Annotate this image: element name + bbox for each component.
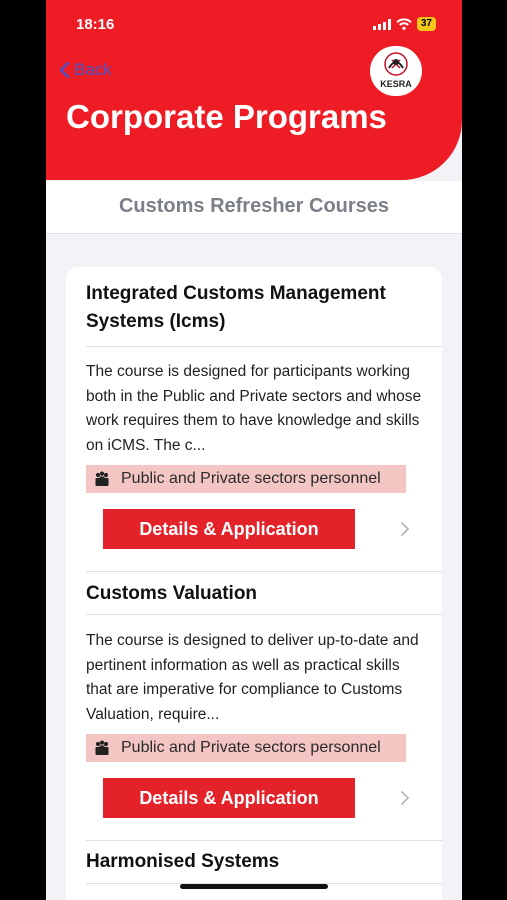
chevron-right-icon[interactable] [400, 521, 410, 537]
status-time: 18:16 [76, 16, 115, 33]
divider [86, 346, 442, 347]
people-icon [95, 471, 109, 486]
chevron-right-icon[interactable] [400, 790, 410, 806]
back-button[interactable]: Back [58, 60, 112, 80]
phone-screen: 18:16 37 Back KESRA Corporate Programs C… [46, 0, 462, 900]
section-title: Customs Refresher Courses [118, 195, 390, 217]
header: 18:16 37 Back KESRA Corporate Programs [46, 0, 462, 180]
details-application-button[interactable]: Details & Application [103, 778, 355, 818]
home-indicator[interactable] [180, 884, 328, 889]
kesra-emblem [384, 52, 408, 76]
course-title: Customs Valuation [86, 583, 258, 604]
status-icons: 37 [372, 17, 436, 31]
logo-text: KESRA [380, 79, 412, 89]
audience-badge: Public and Private sectors personnel [86, 734, 406, 762]
audience-badge: Public and Private sectors personnel [86, 465, 406, 493]
battery-icon: 37 [416, 17, 436, 31]
divider [86, 614, 442, 615]
page-title: Corporate Programs [66, 98, 387, 135]
divider [86, 840, 442, 841]
divider [86, 571, 442, 572]
section-header: Customs Refresher Courses [46, 181, 462, 234]
chevron-left-icon [59, 61, 70, 79]
details-application-button[interactable]: Details & Application [103, 509, 355, 549]
course-description: The course is designed for participants … [86, 363, 422, 454]
course-title: Integrated Customs Management Systems (I… [86, 283, 386, 332]
audience-label: Public and Private sectors personnel [121, 739, 381, 756]
signal-icon [372, 18, 391, 30]
courses-card: Integrated Customs Management Systems (I… [66, 267, 442, 900]
course-title: Harmonised Systems [86, 851, 280, 872]
wifi-icon [396, 18, 412, 30]
back-label: Back [74, 60, 112, 79]
status-bar: 18:16 37 [46, 14, 462, 38]
course-description: The course is designed to deliver up-to-… [86, 632, 419, 723]
audience-label: Public and Private sectors personnel [121, 470, 381, 487]
kesra-logo: KESRA [370, 46, 422, 96]
people-icon [95, 740, 109, 755]
